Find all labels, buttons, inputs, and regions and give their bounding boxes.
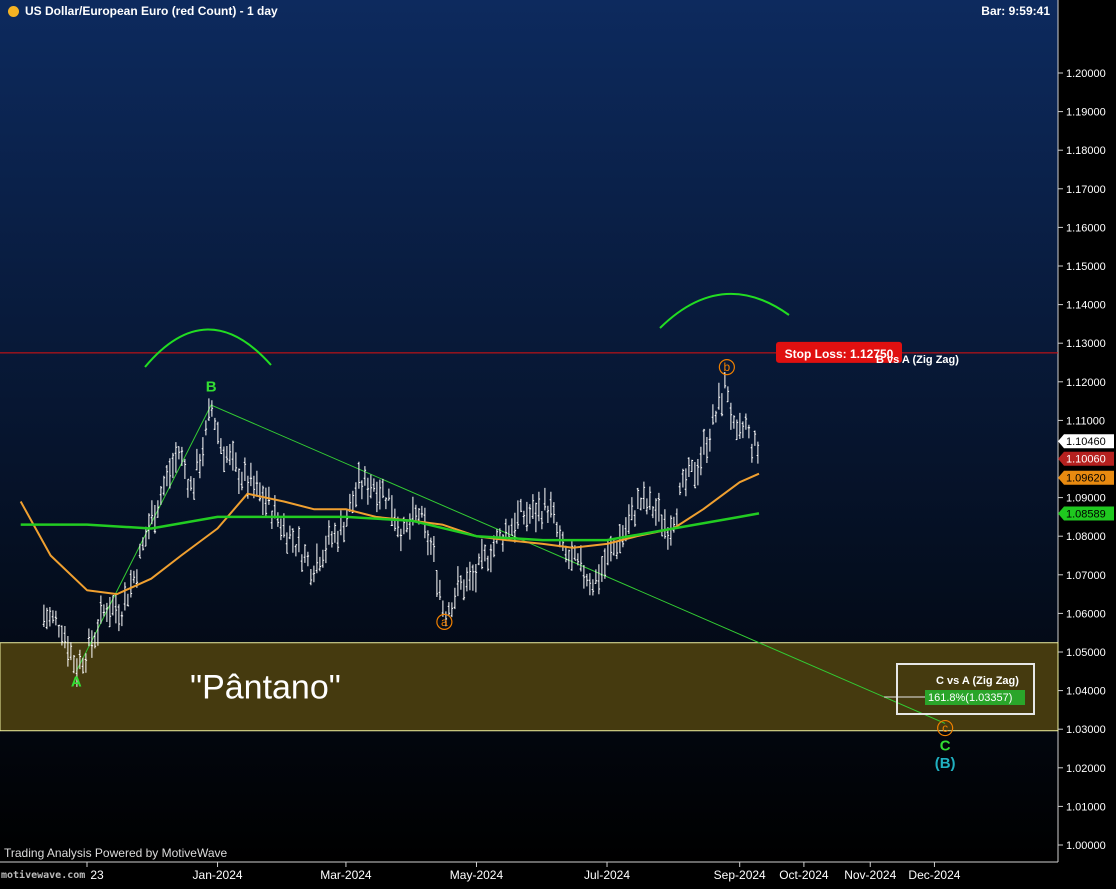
- annotation-b-vs-a: B vs A (Zig Zag): [876, 354, 959, 366]
- bar-timer: Bar: 9:59:41: [981, 4, 1050, 18]
- x-tick-label: Jul-2024: [584, 868, 630, 882]
- wave-label-b: b: [724, 360, 731, 374]
- y-tick-label: 1.05000: [1066, 647, 1106, 659]
- wave-label-a: a: [441, 615, 448, 629]
- wave-label-A: A: [71, 674, 82, 691]
- y-tick-label: 1.02000: [1066, 763, 1106, 775]
- swamp-zone[interactable]: [0, 642, 1059, 732]
- y-tick-label: 1.11000: [1066, 415, 1105, 427]
- y-tick-label: 1.12000: [1066, 377, 1106, 389]
- y-tick-label: 1.15000: [1066, 261, 1106, 273]
- price-chart[interactable]: "Pântano" Stop Loss: 1.12750 B vs A (Zig…: [0, 0, 1116, 884]
- wave-label-C: C: [940, 737, 951, 754]
- y-tick-label: 1.04000: [1066, 686, 1106, 698]
- chart-title-text: US Dollar/European Euro (red Count) - 1 …: [25, 4, 278, 18]
- plot-background: [0, 0, 1058, 862]
- x-tick-label: Sep-2024: [714, 868, 766, 882]
- y-tick-label: 1.19000: [1066, 107, 1106, 119]
- last-value-label: 1.08589: [1066, 508, 1106, 520]
- x-tick-label: Dec-2024: [908, 868, 960, 882]
- x-tick-label: Jan-2024: [193, 868, 243, 882]
- watermark: motivewave.com: [1, 870, 86, 881]
- chart-title: US Dollar/European Euro (red Count) - 1 …: [8, 4, 278, 18]
- y-tick-label: 1.08000: [1066, 531, 1106, 543]
- x-tick-label: Mar-2024: [320, 868, 372, 882]
- wave-label-c: c: [942, 721, 948, 735]
- x-tick-label: Oct-2024: [779, 868, 829, 882]
- last-value-label: 1.09620: [1066, 473, 1106, 485]
- time-axis-background: [0, 862, 1058, 884]
- y-tick-label: 1.07000: [1066, 570, 1106, 582]
- wave-label-(B): (B): [935, 755, 956, 772]
- status-dot-icon: [8, 5, 19, 17]
- last-value-label: 1.10460: [1066, 436, 1106, 448]
- y-tick-label: 1.01000: [1066, 801, 1106, 813]
- x-tick-label: Nov-2024: [844, 868, 896, 882]
- y-tick-label: 1.14000: [1066, 300, 1106, 312]
- zone-label: "Pântano": [190, 669, 341, 707]
- y-tick-label: 1.09000: [1066, 493, 1106, 505]
- y-tick-label: 1.17000: [1066, 184, 1106, 196]
- chart-window: "Pântano" Stop Loss: 1.12750 B vs A (Zig…: [0, 0, 1116, 884]
- wave-label-B: B: [206, 378, 217, 395]
- y-tick-label: 1.13000: [1066, 338, 1106, 350]
- annotation-c-vs-a: C vs A (Zig Zag): [936, 675, 1019, 687]
- last-value-label: 1.10060: [1066, 454, 1106, 466]
- y-tick-label: 1.03000: [1066, 724, 1106, 736]
- x-tick-label: 23: [90, 868, 104, 882]
- y-tick-label: 1.06000: [1066, 608, 1106, 620]
- y-tick-label: 1.16000: [1066, 222, 1106, 234]
- y-tick-label: 1.18000: [1066, 145, 1106, 157]
- y-tick-label: 1.20000: [1066, 68, 1106, 80]
- x-tick-label: May-2024: [450, 868, 504, 882]
- credit-text: Trading Analysis Powered by MotiveWave: [4, 846, 228, 860]
- fib-level-label: 161.8%(1.03357): [928, 692, 1012, 704]
- y-tick-label: 1.00000: [1066, 840, 1106, 852]
